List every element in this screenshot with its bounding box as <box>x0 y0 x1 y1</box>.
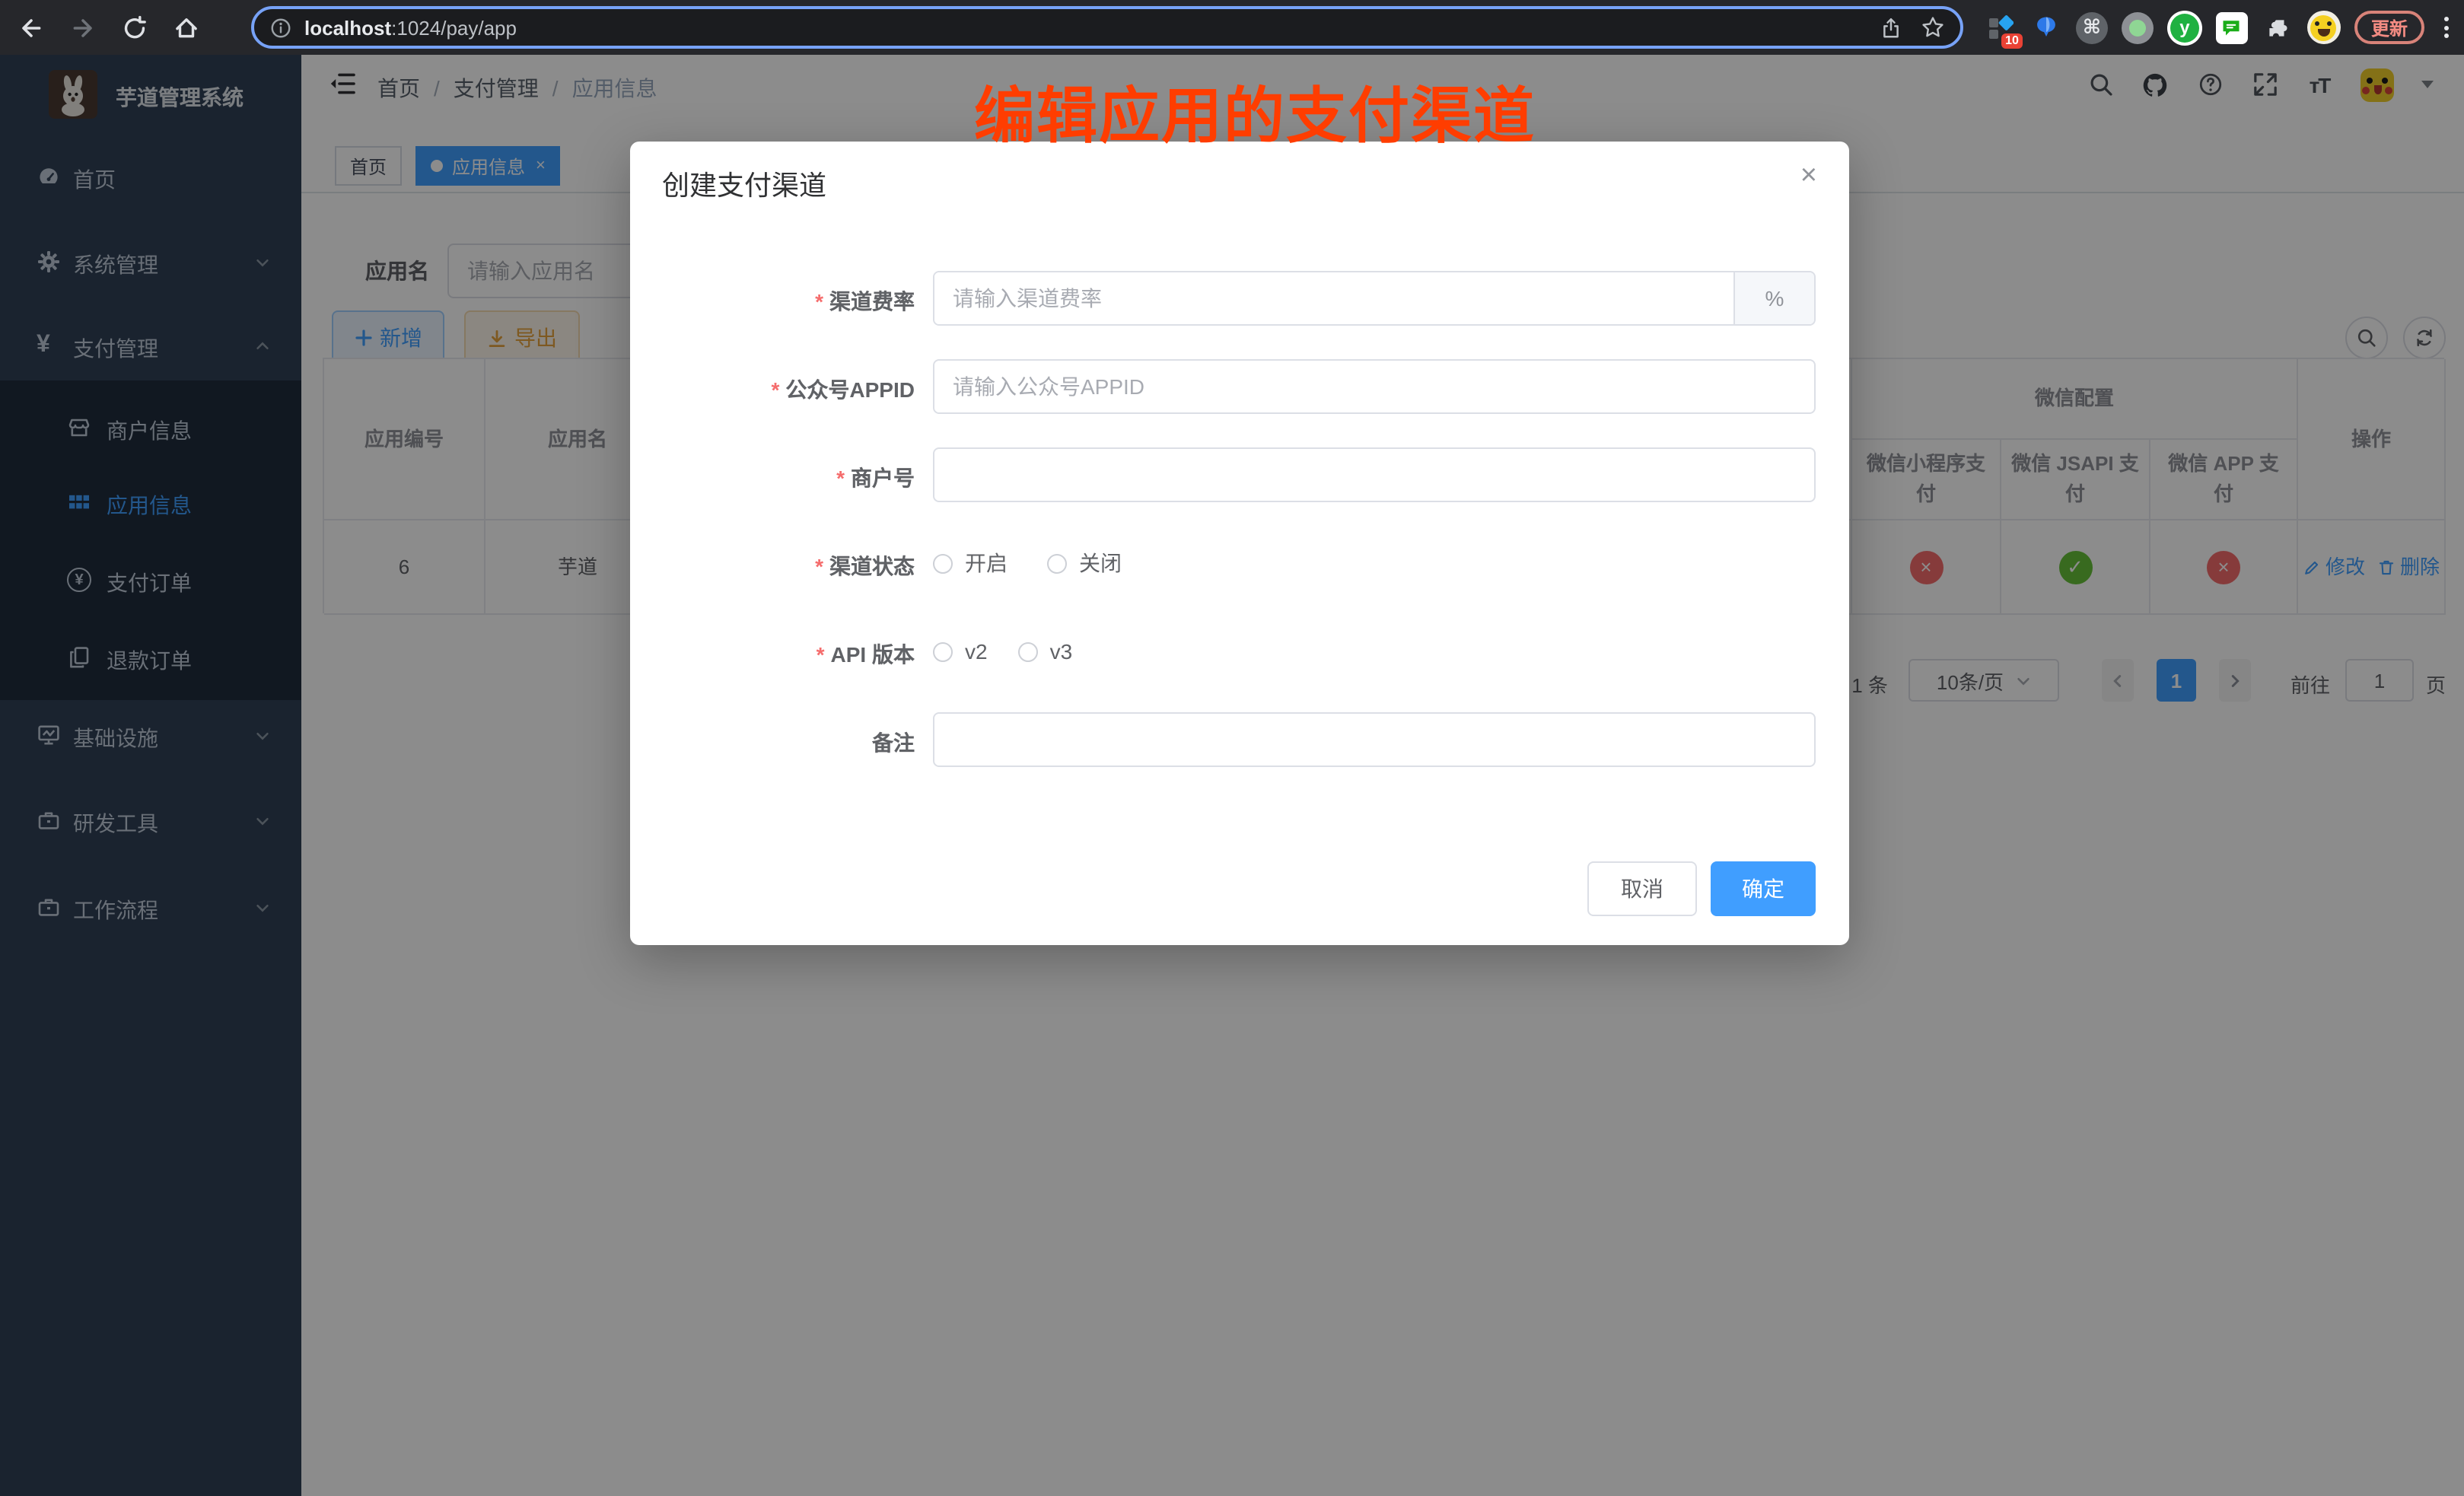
merchant-input[interactable] <box>933 447 1816 502</box>
rate-input-group: % <box>933 271 1816 326</box>
appid-input[interactable] <box>933 359 1816 414</box>
dialog-title: 创建支付渠道 <box>662 164 826 204</box>
browser-menu-icon[interactable] <box>2438 17 2455 38</box>
api-v2-radio[interactable]: v2 <box>933 639 988 664</box>
required-asterisk: * <box>815 289 823 314</box>
extension-y-icon[interactable]: y <box>2167 10 2202 45</box>
screenshot-root: localhost:1024/pay/app 10 ⌘ y 更新 <box>0 0 2464 1496</box>
api-v3-radio[interactable]: v3 <box>1018 639 1073 664</box>
rate-field-label: *渠道费率 <box>630 286 915 317</box>
site-info-icon[interactable] <box>269 16 292 39</box>
extension-puzzle-icon[interactable] <box>2262 11 2294 43</box>
extension-command-icon[interactable]: ⌘ <box>2076 11 2108 43</box>
cancel-label: 取消 <box>1621 874 1663 904</box>
radio-label: v2 <box>965 639 988 664</box>
radio-label: 关闭 <box>1079 548 1122 578</box>
percent-suffix: % <box>1733 272 1814 324</box>
browser-toolbar: localhost:1024/pay/app 10 ⌘ y 更新 <box>0 0 2464 55</box>
extension-balloon-icon[interactable] <box>2030 11 2062 43</box>
radio-circle-icon <box>1018 641 1038 661</box>
required-asterisk: * <box>772 377 780 402</box>
confirm-button[interactable]: 确定 <box>1711 861 1816 916</box>
close-dialog-icon[interactable]: × <box>1800 161 1817 190</box>
api-version-radio-group: v2 v3 <box>933 636 1072 667</box>
required-asterisk: * <box>817 642 825 667</box>
radio-label: v3 <box>1050 639 1073 664</box>
browser-reload-icon[interactable] <box>116 9 152 46</box>
cancel-button[interactable]: 取消 <box>1587 861 1697 916</box>
radio-label: 开启 <box>965 548 1008 578</box>
rate-input[interactable] <box>934 272 1733 324</box>
create-payment-channel-dialog: 创建支付渠道 × *渠道费率 % *公众号APPID *商户号 *渠道状态 开启… <box>630 142 1849 945</box>
browser-update-button[interactable]: 更新 <box>2354 11 2424 44</box>
browser-update-label: 更新 <box>2371 14 2408 40</box>
merchant-field-label: *商户号 <box>630 463 915 493</box>
browser-home-icon[interactable] <box>167 9 204 46</box>
extension-dot-icon[interactable] <box>2122 11 2154 43</box>
radio-circle-icon <box>933 553 953 573</box>
remark-field-label: 备注 <box>630 727 915 758</box>
appid-field-label: *公众号APPID <box>630 374 915 405</box>
status-field-label: *渠道状态 <box>630 551 915 581</box>
bookmark-star-icon[interactable] <box>1921 15 1945 40</box>
annotation-text: 编辑应用的支付渠道 <box>974 67 1536 155</box>
url-text[interactable]: localhost:1024/pay/app <box>304 16 1880 39</box>
radio-circle-icon <box>1047 553 1067 573</box>
confirm-label: 确定 <box>1742 874 1784 904</box>
remark-input[interactable] <box>933 712 1816 767</box>
url-host: localhost <box>304 16 391 39</box>
browser-back-icon[interactable] <box>12 9 49 46</box>
status-close-radio[interactable]: 关闭 <box>1047 548 1122 578</box>
status-open-radio[interactable]: 开启 <box>933 548 1008 578</box>
status-radio-group: 开启 关闭 <box>933 548 1122 578</box>
address-bar[interactable]: localhost:1024/pay/app <box>251 6 1963 49</box>
browser-extensions-area: 10 ⌘ y 更新 <box>1985 0 2455 55</box>
radio-circle-icon <box>933 641 953 661</box>
extension-emoji-icon[interactable] <box>2307 11 2341 44</box>
share-icon[interactable] <box>1880 16 1902 39</box>
browser-nav-buttons <box>12 0 204 55</box>
api-version-field-label: *API 版本 <box>630 639 915 670</box>
extension-tiles-icon[interactable]: 10 <box>1985 11 2017 43</box>
extension-chat-icon[interactable] <box>2216 11 2248 43</box>
extension-badge: 10 <box>2001 33 2023 48</box>
browser-forward-icon[interactable] <box>64 9 100 46</box>
required-asterisk: * <box>836 466 845 490</box>
required-asterisk: * <box>815 554 823 578</box>
url-path: :1024/pay/app <box>391 16 517 39</box>
